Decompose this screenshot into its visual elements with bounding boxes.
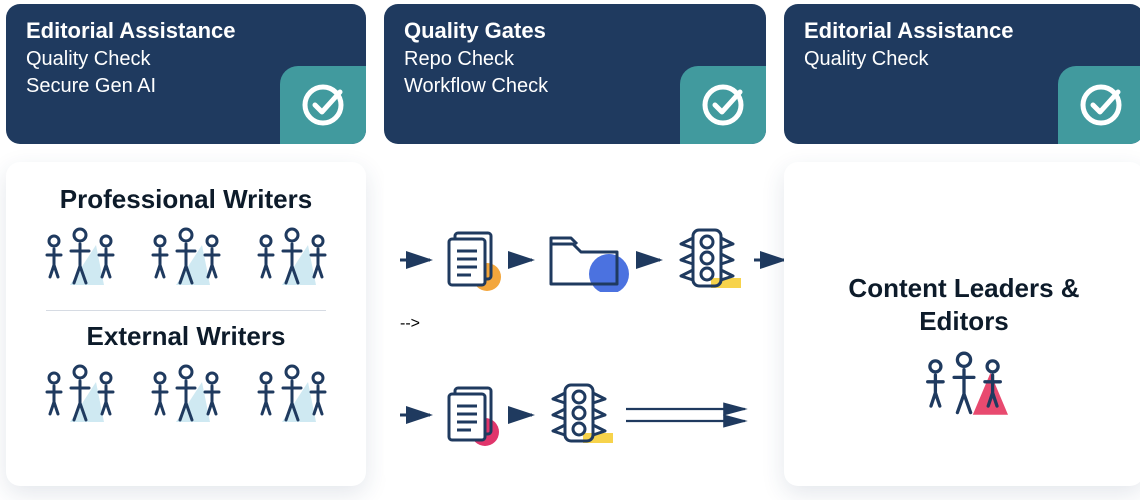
arrow-right-icon (508, 406, 538, 429)
checkmark-badge-icon (1058, 66, 1140, 144)
arrow-right-icon (400, 406, 436, 429)
flow-card: --> (384, 162, 766, 486)
checkmark-badge-icon (680, 66, 766, 144)
people-group-icon (38, 364, 122, 427)
section-title: Professional Writers (22, 184, 350, 215)
traffic-light-icon (544, 383, 620, 452)
flow-row-top (400, 212, 750, 315)
document-icon (442, 384, 502, 451)
folder-icon (544, 228, 630, 297)
arrow-right-icon (508, 251, 538, 274)
people-group-icon (250, 227, 334, 290)
people-group-icon (144, 227, 228, 290)
document-icon (442, 229, 502, 296)
checkmark-badge-icon (280, 66, 366, 144)
flow-row-bottom (400, 367, 750, 470)
divider (46, 310, 326, 311)
people-group-icon (38, 227, 122, 290)
arrow-right-icon (626, 400, 750, 435)
section-title: External Writers (22, 321, 350, 352)
header-card-center: Quality Gates Repo Check Workflow Check (384, 4, 766, 144)
people-group-icon (144, 364, 228, 427)
arrow-right-icon (400, 251, 436, 274)
people-group-icon (916, 351, 1012, 422)
people-group-icon (250, 364, 334, 427)
header-title: Editorial Assistance (26, 18, 346, 44)
header-card-right: Editorial Assistance Quality Check (784, 4, 1140, 144)
writer-group-row (22, 223, 350, 298)
leaders-title: Content Leaders & Editors (848, 226, 1079, 337)
writers-card: Professional Writers (6, 162, 366, 486)
header-card-left: Editorial Assistance Quality Check Secur… (6, 4, 366, 144)
arrow-right-icon (636, 251, 666, 274)
traffic-light-icon (672, 228, 748, 297)
writer-group-row (22, 360, 350, 435)
header-title: Editorial Assistance (804, 18, 1124, 44)
leaders-card: Content Leaders & Editors (784, 162, 1140, 486)
header-title: Quality Gates (404, 18, 746, 44)
